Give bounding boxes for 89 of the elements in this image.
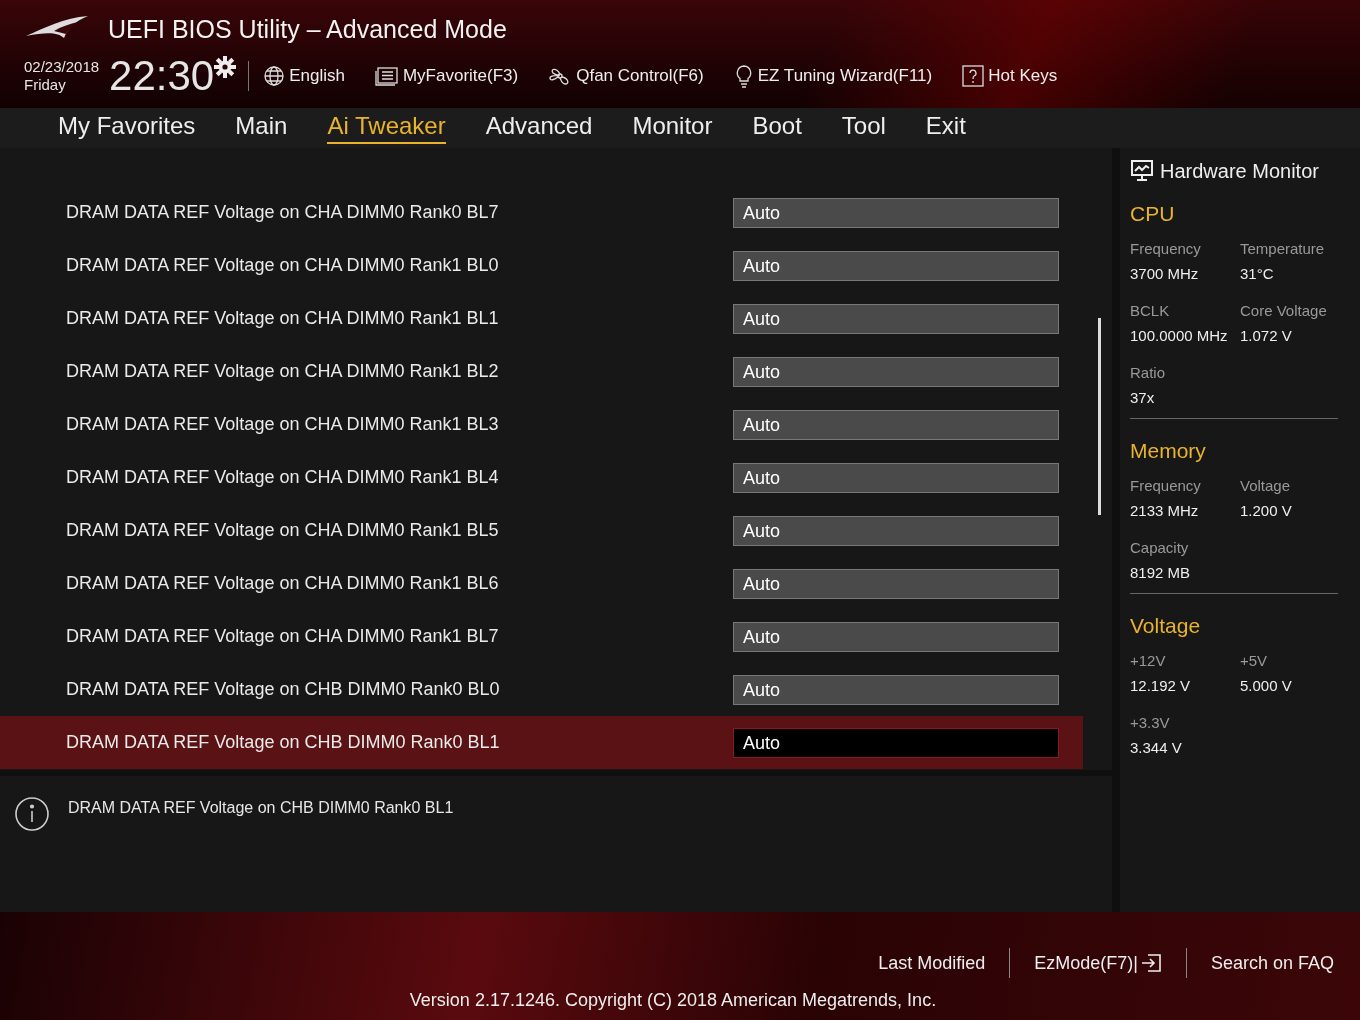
toolbar-button[interactable]: Hot Keys (962, 65, 1058, 87)
panel-title: Hardware Monitor (1160, 159, 1319, 183)
metric-value: 3700 MHz (1130, 265, 1200, 282)
setting-row[interactable]: DRAM DATA REF Voltage on CHA DIMM0 Rank1 BL5 Auto (0, 504, 1083, 557)
scrollbar[interactable] (1098, 318, 1101, 515)
list-icon (374, 66, 399, 86)
version-text: Version 2.17.1246. Copyright (C) 2018 American Megatrends, Inc. (409, 990, 937, 1011)
metric-label: Frequency (1130, 477, 1202, 494)
setting-label: DRAM DATA REF Voltage on CHB DIMM0 Rank0 BL0 (66, 679, 501, 700)
setting-value-field[interactable]: Auto (733, 621, 1059, 652)
metric-label: +5V (1240, 652, 1269, 669)
menu-tab[interactable]: Main (235, 112, 288, 144)
setting-value-field[interactable]: Auto (733, 727, 1059, 758)
menu-tab[interactable]: Advanced (485, 112, 593, 144)
metric-value: 12.192 V (1130, 677, 1192, 694)
toolbar-button[interactable]: MyFavorite(F3) (374, 66, 519, 86)
setting-value-field[interactable]: Auto (733, 356, 1059, 387)
window-title: UEFI BIOS Utility – Advanced Mode (108, 14, 507, 44)
menu-tab[interactable]: Tool (841, 112, 886, 144)
monitor-icon (1130, 159, 1154, 183)
metric-value: 3.344 V (1130, 739, 1183, 756)
setting-value-field[interactable]: Auto (733, 462, 1059, 493)
setting-label: DRAM DATA REF Voltage on CHA DIMM0 Rank1 BL0 (66, 255, 500, 276)
menu-tab[interactable]: Monitor (632, 112, 713, 144)
section-title: Voltage (1130, 614, 1202, 638)
setting-row[interactable]: DRAM DATA REF Voltage on CHA DIMM0 Rank1 BL6 Auto (0, 557, 1083, 610)
setting-row[interactable]: DRAM DATA REF Voltage on CHA DIMM0 Rank1 BL1 Auto (0, 292, 1083, 345)
help-icon (962, 65, 985, 87)
weekday: Friday (24, 76, 67, 94)
metric-value: 100.0000 MHz (1130, 327, 1229, 344)
metric-label: Temperature (1240, 240, 1326, 257)
section-title: Memory (1130, 439, 1207, 463)
metric-label: Voltage (1240, 477, 1292, 494)
metric-label: Core Voltage (1240, 302, 1328, 319)
setting-row[interactable]: DRAM DATA REF Voltage on CHA DIMM0 Rank1 BL0 Auto (0, 239, 1083, 292)
menu-tab[interactable]: Ai Tweaker (327, 112, 446, 144)
menu-tab[interactable]: Exit (925, 112, 966, 144)
setting-value-field[interactable]: Auto (733, 674, 1059, 705)
setting-value-field[interactable]: Auto (733, 197, 1059, 228)
metric-value: 37x (1130, 389, 1156, 406)
metric-value: 2133 MHz (1130, 502, 1200, 519)
setting-value-field[interactable]: Auto (733, 515, 1059, 546)
footer-link[interactable]: EzMode(F7)| (1022, 952, 1174, 974)
metric-value: 5.000 V (1240, 677, 1293, 694)
footer-link[interactable]: Last Modified (866, 952, 998, 974)
toolbar-button[interactable]: English (263, 65, 345, 87)
setting-label: DRAM DATA REF Voltage on CHA DIMM0 Rank1 BL5 (66, 520, 500, 541)
exit-icon (1139, 952, 1162, 974)
setting-label: DRAM DATA REF Voltage on CHA DIMM0 Rank1 BL7 (66, 626, 500, 647)
info-icon (14, 796, 50, 832)
setting-value-field[interactable]: Auto (733, 250, 1059, 281)
metric-label: BCLK (1130, 302, 1171, 319)
setting-label: DRAM DATA REF Voltage on CHA DIMM0 Rank1 BL4 (66, 467, 500, 488)
clock-time: 22:30 (109, 54, 215, 98)
metric-label: +3.3V (1130, 714, 1171, 731)
setting-value-field[interactable]: Auto (733, 409, 1059, 440)
setting-row[interactable]: DRAM DATA REF Voltage on CHA DIMM0 Rank1 BL3 Auto (0, 398, 1083, 451)
metric-value: 8192 MB (1130, 564, 1192, 581)
date: 02/23/2018 (24, 58, 100, 76)
setting-value-field[interactable]: Auto (733, 568, 1059, 599)
menu-tab[interactable]: My Favorites (58, 112, 196, 144)
help-text: DRAM DATA REF Voltage on CHB DIMM0 Rank0 BL1 (68, 799, 454, 817)
setting-label: DRAM DATA REF Voltage on CHB DIMM0 Rank0 BL1 (66, 732, 501, 753)
setting-label: DRAM DATA REF Voltage on CHA DIMM0 Rank1 BL3 (66, 414, 500, 435)
section-title: CPU (1130, 202, 1176, 226)
setting-row[interactable]: DRAM DATA REF Voltage on CHA DIMM0 Rank1 BL2 Auto (0, 345, 1083, 398)
toolbar-button[interactable]: Qfan Control(F6) (548, 65, 704, 87)
metric-value: 1.200 V (1240, 502, 1293, 519)
menu-tab[interactable]: Boot (752, 112, 802, 144)
metric-label: Ratio (1130, 364, 1167, 381)
globe-icon (263, 65, 286, 87)
setting-label: DRAM DATA REF Voltage on CHA DIMM0 Rank0 BL7 (66, 202, 500, 223)
metric-value: 31°C (1240, 265, 1275, 282)
setting-row[interactable]: DRAM DATA REF Voltage on CHB DIMM0 Rank0 BL0 Auto (0, 663, 1083, 716)
toolbar-button[interactable]: EZ Tuning Wizard(F11) (733, 64, 933, 88)
footer-link[interactable]: Search on FAQ (1198, 952, 1346, 974)
setting-row[interactable]: DRAM DATA REF Voltage on CHA DIMM0 Rank1 BL7 Auto (0, 610, 1083, 663)
metric-label: Capacity (1130, 539, 1190, 556)
setting-label: DRAM DATA REF Voltage on CHA DIMM0 Rank1 BL2 (66, 361, 500, 382)
metric-value: 1.072 V (1240, 327, 1293, 344)
setting-value-field[interactable]: Auto (733, 303, 1059, 334)
setting-row[interactable]: DRAM DATA REF Voltage on CHA DIMM0 Rank0 BL7 Auto (0, 186, 1083, 239)
metric-label: Frequency (1130, 240, 1202, 257)
setting-row[interactable]: DRAM DATA REF Voltage on CHA DIMM0 Rank1 BL4 Auto (0, 451, 1083, 504)
selected-setting-row[interactable]: DRAM DATA REF Voltage on CHB DIMM0 Rank0 BL1 Auto (0, 716, 1083, 769)
setting-label: DRAM DATA REF Voltage on CHA DIMM0 Rank1 BL1 (66, 308, 500, 329)
setting-label: DRAM DATA REF Voltage on CHA DIMM0 Rank1 BL6 (66, 573, 500, 594)
settings-icon[interactable] (214, 56, 237, 78)
metric-label: +12V (1130, 652, 1167, 669)
